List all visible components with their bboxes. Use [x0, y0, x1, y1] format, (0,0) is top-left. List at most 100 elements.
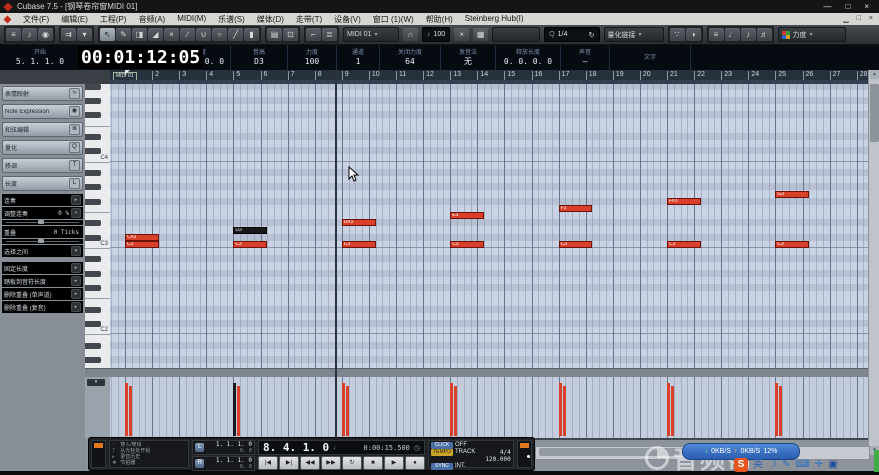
inspector-row[interactable]: 固定长度▸: [2, 262, 83, 274]
info-field[interactable]: 力度100: [288, 45, 337, 70]
right-locator[interactable]: R1. 1. 1. 00. 0: [192, 456, 255, 471]
midi-note-c3[interactable]: C3: [667, 241, 701, 248]
glue-tool-button[interactable]: ∪: [196, 28, 211, 41]
velocity-bar[interactable]: [342, 383, 345, 436]
line-tool-button[interactable]: ╱: [228, 28, 243, 41]
inspector-tab--[interactable]: 长度L: [2, 176, 83, 191]
inspector-tab--[interactable]: 和弦编辑≣: [2, 122, 83, 137]
menu-item[interactable]: 媒体(D): [251, 14, 290, 25]
inspector-row[interactable]: 踏板到音符长度▸: [2, 275, 83, 287]
menu-item[interactable]: 文件(F): [17, 14, 55, 25]
transport-status-row[interactable]: 120.000: [431, 456, 511, 463]
timeline-ruler[interactable]: MIDI 01234567891011121314151617181920212…: [110, 70, 868, 84]
edited-part-selector[interactable]: MIDI 01▾: [343, 27, 399, 42]
hand-icon[interactable]: ✛: [815, 457, 823, 472]
piano-key[interactable]: [85, 212, 110, 219]
goto-previous-marker-button[interactable]: |◀: [258, 456, 278, 470]
menu-item[interactable]: 音频(A): [133, 14, 172, 25]
event-infos-button[interactable]: ⊡: [283, 28, 298, 41]
row-action-button[interactable]: +: [71, 208, 81, 218]
velocity-bar[interactable]: [559, 383, 562, 436]
goto-next-marker-button[interactable]: ▶|: [279, 456, 299, 470]
piano-key[interactable]: [85, 320, 110, 327]
piano-key[interactable]: [85, 104, 110, 111]
menu-item[interactable]: 设备(V): [328, 14, 367, 25]
inspector-row[interactable]: 调整连奏0 %+: [2, 207, 83, 219]
note-eighth-button[interactable]: ♪: [741, 28, 756, 41]
mdi-minimize-button[interactable]: ▁: [843, 15, 848, 23]
event-color-selector[interactable]: 力度▾: [778, 27, 846, 42]
piano-key[interactable]: [85, 97, 110, 104]
moon-icon[interactable]: ☽: [768, 457, 777, 472]
info-field[interactable]: 文字: [610, 45, 691, 70]
piano-key[interactable]: [85, 227, 110, 234]
mouse-snap-display[interactable]: [492, 27, 540, 42]
midi-note-c3[interactable]: C3: [233, 241, 267, 248]
inspector-row[interactable]: 选择之间▾: [2, 245, 83, 257]
row-action-button[interactable]: ▸: [71, 263, 81, 273]
row-action-button[interactable]: ▾: [71, 246, 81, 256]
keyboard-icon[interactable]: ⌨: [795, 457, 809, 472]
mute-tool-button[interactable]: ×: [164, 28, 179, 41]
lane-selector-chip[interactable]: ▾: [87, 379, 105, 386]
stop-button[interactable]: ■: [363, 456, 383, 470]
row-action-button[interactable]: ▸: [71, 276, 81, 286]
auto-scroll-options-caret[interactable]: ▾: [77, 28, 92, 41]
transport-position-display[interactable]: 8. 4. 1. 0 ♩ 0:00:15.500 ◷: [258, 440, 425, 455]
piano-key[interactable]: [85, 219, 110, 226]
velocity-bar[interactable]: [667, 383, 670, 436]
note-sixteenth-button[interactable]: ♬: [757, 28, 772, 41]
midi-note-c3[interactable]: C3: [775, 241, 809, 248]
velocity-bar[interactable]: [346, 386, 349, 436]
piano-key[interactable]: [85, 335, 110, 342]
scroll-up-button[interactable]: ▴: [870, 70, 879, 79]
menu-item[interactable]: 走带(T): [290, 14, 328, 25]
piano-key[interactable]: [85, 133, 110, 140]
velocity-bar[interactable]: [779, 386, 782, 436]
info-field[interactable]: 通道1: [337, 45, 380, 70]
inspector-row[interactable]: 重叠0 Ticks: [2, 226, 83, 238]
piano-key[interactable]: [85, 111, 110, 118]
piano-key[interactable]: [85, 284, 110, 291]
midi-note-d3[interactable]: D3: [233, 227, 267, 234]
midi-note-c3[interactable]: C3: [450, 241, 484, 248]
position-bars[interactable]: 8. 4. 1. 0: [263, 441, 329, 454]
record-button[interactable]: ●: [405, 456, 425, 470]
velocity-bar[interactable]: [563, 386, 566, 436]
inspector-tab--[interactable]: 量化Q: [2, 140, 83, 155]
select-tool-button[interactable]: ↖: [100, 28, 115, 41]
transport-menu-row[interactable]: ✱节拍器: [112, 460, 186, 466]
row-action-button[interactable]: ▸: [71, 289, 81, 299]
midi-note-f3[interactable]: F3: [559, 205, 593, 212]
midi-note-ds3[interactable]: D#3: [342, 219, 376, 226]
forward-button[interactable]: ▶▶: [321, 456, 341, 470]
row-action-button[interactable]: ▸: [71, 302, 81, 312]
info-field[interactable]: 开始5. 1. 1. 0: [0, 45, 81, 70]
erase-tool-button[interactable]: ◨: [132, 28, 147, 41]
playhead-cursor[interactable]: [335, 70, 337, 438]
menu-item[interactable]: 工程(P): [94, 14, 133, 25]
inspector-tab--[interactable]: 表情映射∿: [2, 86, 83, 101]
auto-scroll-button[interactable]: ⇉: [61, 28, 76, 41]
menu-item[interactable]: 帮助(H): [420, 14, 459, 25]
piano-key[interactable]: [85, 349, 110, 356]
midi-note-e3[interactable]: E3: [450, 212, 484, 219]
menu-item[interactable]: 窗口 (1)(W): [367, 14, 420, 25]
slider-knob[interactable]: [38, 239, 44, 243]
menu-item[interactable]: Steinberg Hub(I): [459, 14, 530, 25]
piano-key[interactable]: [85, 234, 110, 241]
midi-note-c3[interactable]: C3: [559, 241, 593, 248]
midi-note-g3[interactable]: G3: [775, 191, 809, 198]
piano-key[interactable]: [85, 198, 110, 205]
menu-item[interactable]: MIDI(M): [171, 14, 212, 25]
piano-key[interactable]: [85, 140, 110, 147]
vertical-scroll-thumb[interactable]: [870, 84, 879, 142]
quantize-link-selector[interactable]: 量化链接▾: [604, 27, 664, 42]
inspector-tab-note-expression[interactable]: Note Expression◉: [2, 104, 83, 119]
midi-note-c3[interactable]: C3: [342, 241, 376, 248]
toolbox-icon[interactable]: ▣: [828, 457, 837, 472]
info-field[interactable]: 声音–: [561, 45, 610, 70]
piano-key[interactable]: [85, 255, 110, 262]
piano-key[interactable]: [85, 84, 110, 90]
piano-key[interactable]: [85, 176, 110, 183]
